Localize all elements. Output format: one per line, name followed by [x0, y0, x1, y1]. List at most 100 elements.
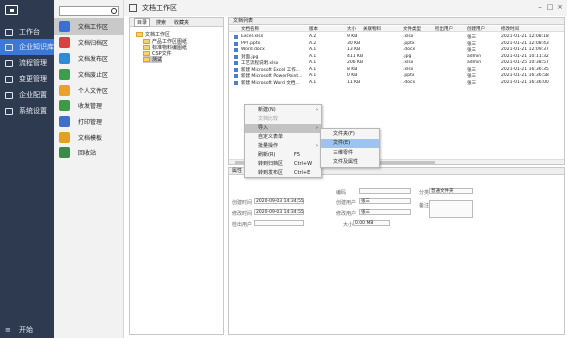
- nav-label: 系统设置: [19, 107, 47, 115]
- menu-item-import[interactable]: 导入 ›: [245, 124, 321, 133]
- nav-item-settings[interactable]: 系统设置: [0, 103, 54, 119]
- monitor-icon: [5, 28, 13, 36]
- module-sidebar: 文档工作区 文档归档区 文档发布区 文档废止区 个人文件区 收发管理 打印管理 …: [54, 0, 124, 338]
- table-cell: A.2: [309, 40, 317, 46]
- tab-directory[interactable]: 目录: [134, 17, 151, 27]
- table-cell: 2021-01-21 12:08:43: [501, 40, 549, 46]
- menu-item-refresh[interactable]: 刷新(R) F5: [245, 151, 321, 160]
- folder-icon: [136, 32, 143, 37]
- file-icon: [234, 48, 238, 52]
- nav-item-process[interactable]: 流程管理: [0, 55, 54, 71]
- file-icon: [234, 80, 238, 85]
- chevron-right-icon: ›: [316, 143, 318, 149]
- nav-label: 企业知识库: [19, 43, 54, 51]
- table-row[interactable]: Excel.xlsx A.2 9 KB .xlsx 张三 2021-01-21 12:08…: [229, 34, 564, 40]
- search-input[interactable]: [59, 6, 119, 16]
- table-cell: .xlsx: [403, 60, 414, 65]
- tab-search[interactable]: 搜索: [154, 19, 168, 26]
- submenu-item-file[interactable]: 文件(E): [321, 139, 379, 148]
- minimize-icon[interactable]: –: [536, 3, 544, 11]
- nav-item-config[interactable]: 企业配置: [0, 87, 54, 103]
- config-icon: [5, 91, 13, 99]
- sidebar-item-label: 文档归档区: [78, 40, 109, 47]
- table-cell: .docx: [403, 79, 416, 85]
- table-row[interactable]: 新建 Microsoft Excel 工作... A.1 8 KB .xlsx 张三 20…: [229, 67, 564, 73]
- column-header[interactable]: 大小: [347, 26, 356, 32]
- sidebar-item-dispatch[interactable]: 收发管理: [54, 97, 124, 114]
- menu-item-label: 自定义表单: [258, 134, 284, 140]
- folder-tree-panel: 目录 搜索 收藏夹 文档工作区 产品工作区图纸 标准物料编图纸 CSP文件 测试: [129, 17, 224, 335]
- nav-item-change[interactable]: 变更管理: [0, 71, 54, 87]
- chart-icon: [5, 75, 13, 83]
- tab-properties[interactable]: 属性: [232, 168, 242, 174]
- printer-icon: [59, 116, 70, 127]
- context-menu: 新建(N) › 文档比较 导入 › 自定义表单 批量操作 › 刷新(R) F5 转到归档…: [244, 104, 322, 178]
- category-label: 分类: [419, 190, 430, 196]
- table-cell: 8 KB: [347, 66, 358, 72]
- column-header[interactable]: 文件类型: [403, 26, 421, 32]
- file-list-tab[interactable]: 文档列表: [229, 18, 564, 25]
- nav-label: 流程管理: [19, 59, 47, 67]
- maximize-icon[interactable]: □: [546, 3, 554, 11]
- publish-icon: [59, 53, 70, 64]
- table-cell: 张三: [467, 67, 476, 73]
- flow-icon: [5, 59, 13, 67]
- file-list-header: 文档名称 版本 大小 关联物料 文件类型 检出用户 创建用户 修改时间: [229, 26, 564, 32]
- nav-item-workbench[interactable]: 工作台: [0, 24, 54, 40]
- sidebar-item-print[interactable]: 打印管理: [54, 113, 124, 130]
- note-field[interactable]: [429, 200, 473, 218]
- checkout-field: [254, 220, 304, 226]
- search-icon[interactable]: [111, 8, 117, 14]
- table-cell: 0 KB: [347, 73, 358, 78]
- tree-root[interactable]: 文档工作区: [136, 31, 170, 38]
- submenu-item-folder[interactable]: 文件夹(F): [321, 130, 379, 139]
- table-row[interactable]: 封面.jpg A.1 411 KB .jpg admin 2021-01-21 10:11…: [229, 54, 564, 60]
- submenu-item-file-with-properties[interactable]: 文件及属性: [321, 158, 379, 167]
- start-button[interactable]: ≡ 开始: [0, 322, 54, 338]
- table-row[interactable]: PPT.pptx A.2 30 KB .pptx 张三 2021-01-21 12:08:…: [229, 41, 564, 47]
- sidebar-item-archive[interactable]: 文档归档区: [54, 34, 124, 51]
- table-row[interactable]: 新建 Microsoft Word 文档... A.1 11 KB .docx 张三 20…: [229, 80, 564, 86]
- table-cell: 11 KB: [347, 79, 361, 85]
- tab-favorites[interactable]: 收藏夹: [172, 19, 191, 26]
- menu-item-to-archive[interactable]: 转到归档区 Ctrl+W: [245, 160, 321, 169]
- column-header[interactable]: 检出用户: [435, 26, 453, 32]
- table-cell: 工艺流程说明.xlsx: [241, 61, 279, 66]
- app-logo-icon: [5, 5, 18, 15]
- sidebar-item-obsolete[interactable]: 文档废止区: [54, 66, 124, 83]
- sidebar-item-recycle[interactable]: 回收站: [54, 144, 124, 161]
- menu-shortcut: F5: [294, 152, 301, 158]
- tree-node-selected[interactable]: 测试: [143, 56, 163, 63]
- main-content: 文档工作区 – □ × 目录 搜索 收藏夹 文档工作区 产品工作区图纸 标准物料…: [124, 0, 567, 338]
- menu-item-label: 文档比较: [258, 116, 279, 122]
- sidebar-item-workspace[interactable]: 文档工作区: [54, 18, 124, 35]
- menu-item-batch[interactable]: 批量操作 ›: [245, 142, 321, 151]
- close-icon[interactable]: ×: [556, 3, 564, 11]
- menu-item-new[interactable]: 新建(N) ›: [245, 106, 321, 115]
- page-title: 文档工作区: [142, 4, 177, 12]
- template-icon: [59, 132, 70, 143]
- home-icon[interactable]: [129, 4, 137, 12]
- table-row[interactable]: 新建 Microsoft PowerPoint... A.1 0 KB .pptx 张三…: [229, 73, 564, 79]
- column-header[interactable]: 版本: [309, 26, 318, 32]
- column-header[interactable]: 关联物料: [363, 26, 381, 32]
- table-cell: 9 KB: [347, 34, 358, 39]
- menu-item-to-publish[interactable]: 转到发布区 Ctrl+E: [245, 169, 321, 178]
- column-header[interactable]: 文档名称: [241, 26, 259, 32]
- table-row[interactable]: 工艺流程说明.xlsx A.1 206 KB .xlsx admin 2021-01-25…: [229, 60, 564, 66]
- category-select[interactable]: 普通文件夹: [429, 188, 473, 194]
- table-row[interactable]: Word.docx A.1 13 KB .docx 张三 2021-01-21 12:09…: [229, 47, 564, 53]
- menu-item-custom-form[interactable]: 自定义表单: [245, 133, 321, 142]
- sidebar-item-publish[interactable]: 文档发布区: [54, 50, 124, 67]
- chevron-right-icon: ›: [316, 125, 318, 131]
- submenu-item-3d-part[interactable]: 三维零件: [321, 149, 379, 158]
- file-icon: [234, 67, 238, 72]
- code-field[interactable]: [359, 188, 411, 194]
- column-header[interactable]: 创建用户: [467, 26, 485, 32]
- nav-item-knowledge-base[interactable]: 企业知识库: [0, 39, 54, 55]
- table-cell: PPT.pptx: [241, 40, 261, 46]
- creator-label: 创建用户: [336, 200, 357, 206]
- table-cell: admin: [467, 53, 482, 59]
- sidebar-item-label: 收发管理: [78, 103, 103, 110]
- column-header[interactable]: 修改时间: [501, 26, 519, 32]
